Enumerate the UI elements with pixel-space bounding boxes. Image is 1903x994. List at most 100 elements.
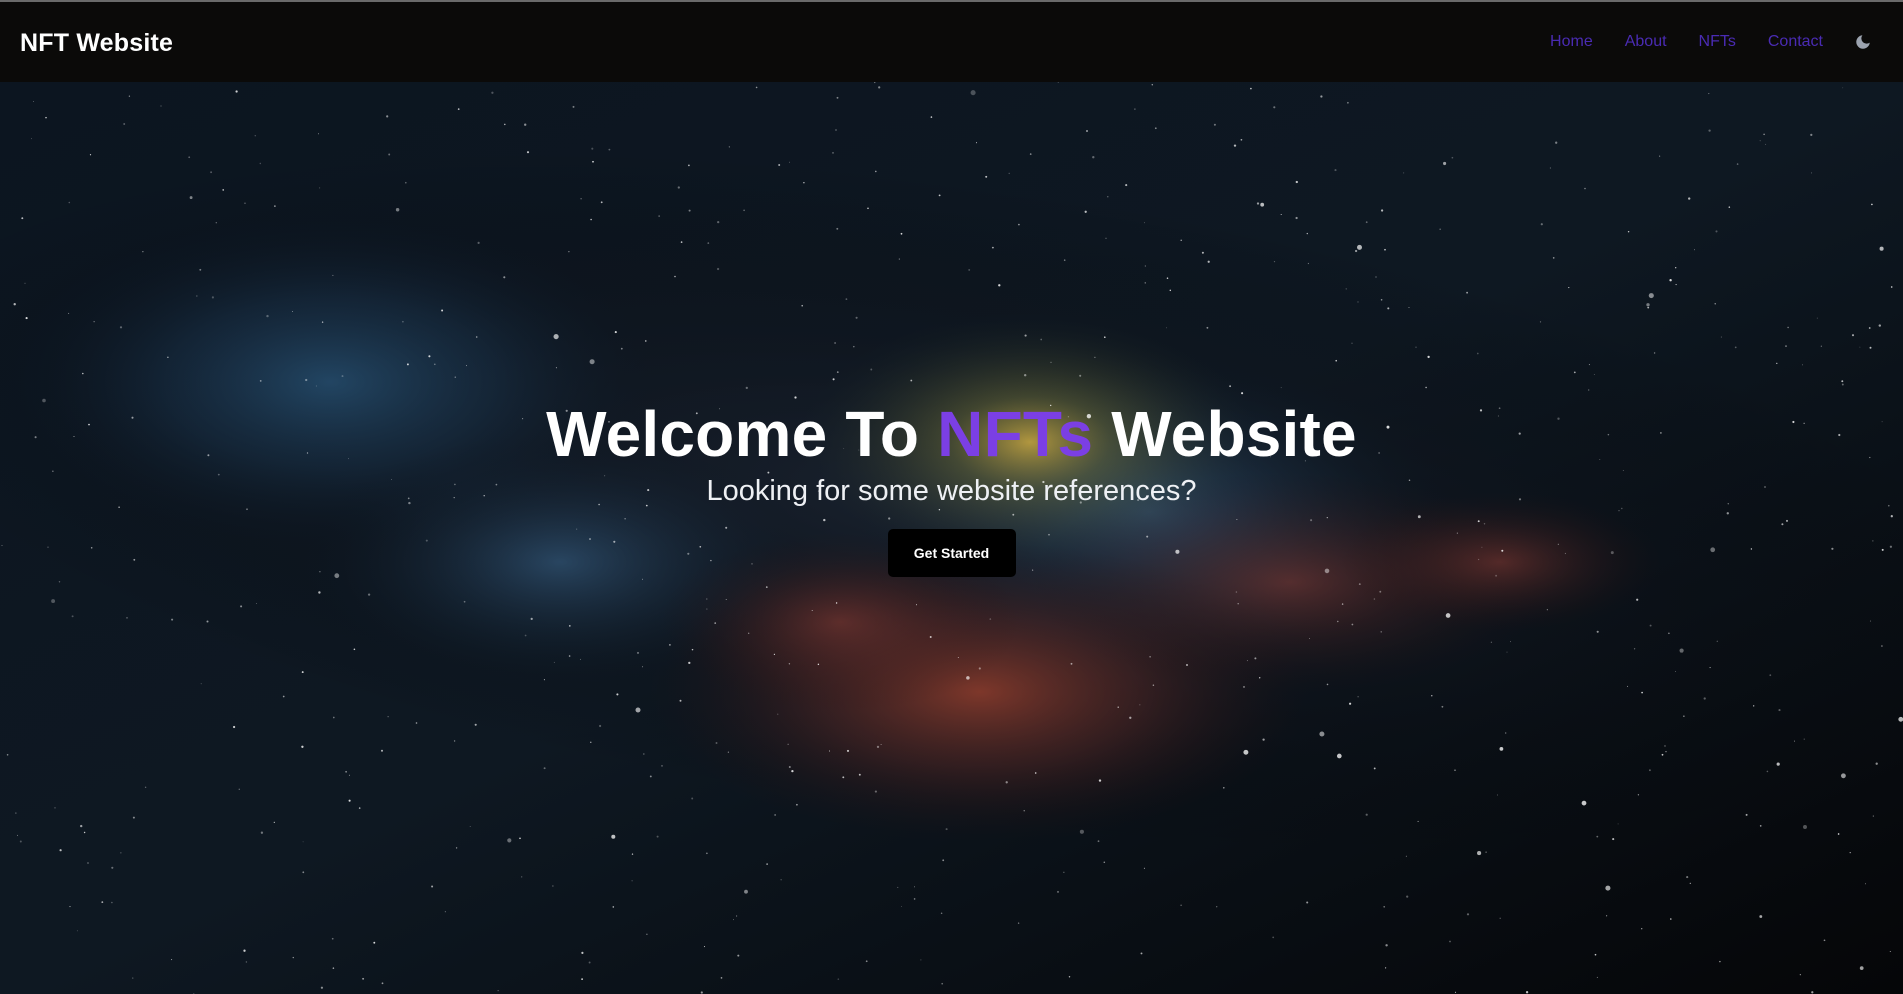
star [1477, 851, 1482, 856]
star [920, 959, 922, 961]
star [688, 209, 691, 212]
star [836, 371, 839, 373]
star [717, 220, 720, 224]
star [1403, 172, 1405, 174]
star [588, 961, 591, 964]
star [1485, 851, 1487, 853]
star [1357, 696, 1359, 698]
star [966, 676, 970, 680]
star [1166, 327, 1168, 329]
star [87, 862, 89, 864]
star [581, 978, 583, 980]
star [970, 90, 976, 96]
star [714, 622, 717, 624]
star [222, 189, 225, 191]
star [1337, 620, 1339, 623]
star [1427, 355, 1430, 359]
star [1405, 855, 1407, 857]
star [1295, 216, 1298, 220]
star [243, 949, 246, 952]
star [1385, 967, 1387, 969]
star [1594, 953, 1597, 956]
star [600, 201, 603, 204]
star [1763, 133, 1765, 136]
star [524, 634, 527, 637]
star [897, 886, 899, 888]
star [1675, 267, 1677, 269]
star [612, 906, 615, 908]
star [661, 765, 663, 767]
star [1612, 838, 1615, 841]
star [475, 336, 478, 338]
star [1358, 583, 1361, 586]
star [656, 835, 659, 838]
star [842, 776, 845, 779]
star [1849, 851, 1851, 854]
star [302, 841, 304, 843]
star [631, 853, 634, 855]
star [1636, 598, 1639, 601]
get-started-button[interactable]: Get Started [887, 529, 1016, 577]
star [463, 600, 466, 603]
star [530, 617, 533, 621]
star [774, 814, 776, 816]
star [232, 725, 236, 729]
star [870, 368, 873, 371]
star [345, 770, 347, 773]
star [58, 581, 61, 583]
star [1373, 767, 1376, 770]
star [211, 296, 214, 299]
star [1670, 918, 1672, 920]
star [777, 713, 779, 715]
theme-toggle-button[interactable] [1853, 32, 1873, 52]
star [1180, 239, 1182, 242]
star [616, 693, 619, 696]
star [1668, 632, 1670, 635]
star [433, 363, 436, 366]
star [1499, 747, 1504, 751]
star [80, 824, 83, 828]
star [142, 251, 144, 253]
star [13, 303, 16, 306]
nav-link-home[interactable]: Home [1550, 33, 1593, 51]
star [1154, 127, 1157, 130]
star [1811, 991, 1814, 994]
star [1745, 813, 1748, 816]
star [1273, 261, 1276, 263]
star [120, 852, 122, 854]
star [1878, 324, 1881, 327]
star [254, 134, 257, 137]
star [1890, 286, 1893, 288]
star [942, 859, 945, 862]
star [519, 837, 521, 840]
star [1408, 307, 1410, 308]
site-logo[interactable]: NFT Website [20, 29, 173, 58]
star [680, 241, 683, 243]
star [1606, 915, 1608, 917]
star [846, 749, 850, 752]
star [1859, 346, 1861, 348]
star [978, 667, 981, 670]
star [572, 105, 575, 108]
star [543, 767, 546, 770]
star [1709, 667, 1711, 669]
star [1233, 144, 1237, 147]
nav-link-contact[interactable]: Contact [1768, 33, 1823, 51]
star [1581, 800, 1587, 806]
star [874, 82, 876, 84]
star [6, 754, 9, 756]
star [1084, 210, 1087, 213]
star [829, 750, 830, 752]
nav-link-nfts[interactable]: NFTs [1699, 33, 1736, 51]
nav-link-about[interactable]: About [1625, 33, 1667, 51]
star [1546, 609, 1548, 611]
star [1647, 306, 1650, 309]
star [736, 915, 738, 917]
star [677, 186, 680, 189]
star [1799, 974, 1801, 976]
star [1584, 187, 1586, 190]
star [669, 644, 671, 646]
star [1641, 691, 1643, 694]
star [1454, 991, 1457, 993]
star [811, 609, 813, 612]
